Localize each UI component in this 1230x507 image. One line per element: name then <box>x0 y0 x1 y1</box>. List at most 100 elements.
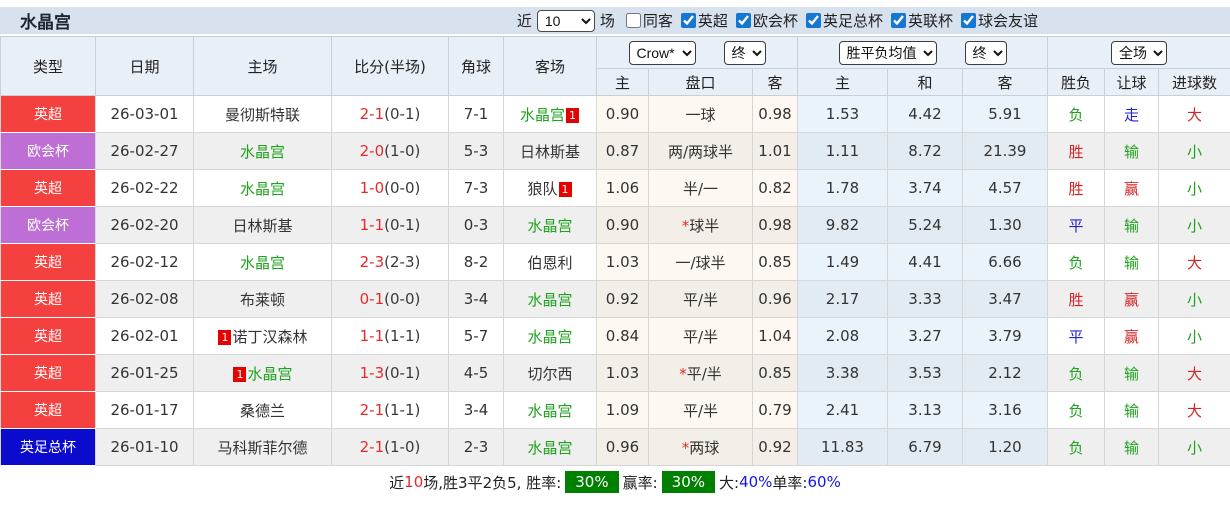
avg-period-select[interactable]: 终 <box>965 41 1007 65</box>
filter-checkbox[interactable] <box>961 13 976 28</box>
away-team-cell: 水晶宫 <box>504 318 597 355</box>
subject-team-name: 水晶宫 <box>240 254 285 272</box>
halftime-score: (1-1) <box>384 327 420 345</box>
away-team-cell: 狼队1 <box>504 170 597 207</box>
subject-team-name: 水晶宫 <box>520 106 565 124</box>
avg-home-cell: 2.41 <box>798 392 888 429</box>
match-row: 英超26-02-22水晶宫1-0(0-0)7-3狼队11.06半/一0.821.… <box>1 170 1230 207</box>
team-name: 狼队 <box>527 180 557 198</box>
handicap-result-cell: 输 <box>1105 133 1159 170</box>
score-cell: 1-0(0-0) <box>332 170 449 207</box>
goals-result-cell: 大 <box>1159 355 1230 392</box>
summary-segment: 赢率: <box>623 472 658 493</box>
filter-checkbox[interactable] <box>891 13 906 28</box>
home-team-cell: 布莱顿 <box>194 281 332 318</box>
match-history-table: 类型 日期 主场 比分(半场) 角球 客场 Crow* 终 胜 <box>0 36 1230 466</box>
subject-team-name: 水晶宫 <box>527 291 572 309</box>
avg-odds-group-header: 胜平负均值 终 <box>798 37 1048 69</box>
team-name: 马科斯菲尔德 <box>217 439 307 457</box>
avg-home-cell: 11.83 <box>798 429 888 466</box>
filter-bar: 近 10 场 同客英超 欧会杯英足总杯英联杯球会友谊 <box>514 10 1038 32</box>
filter-checkbox[interactable] <box>626 13 641 28</box>
win-loss-result-cell: 平 <box>1048 318 1105 355</box>
red-card-badge: 1 <box>218 330 231 345</box>
filter-英足总杯[interactable]: 英足总杯 <box>798 10 883 31</box>
scope-select[interactable]: 全场 <box>1111 41 1167 65</box>
handicap-cell: 一/球半 <box>649 244 753 281</box>
col-header-odds-home: 主 <box>597 69 649 96</box>
halftime-score: (1-1) <box>384 401 420 419</box>
col-header-avg-draw: 和 <box>888 69 963 96</box>
avg-home-cell: 1.11 <box>798 133 888 170</box>
bookmaker-select[interactable]: Crow* <box>629 41 696 65</box>
odds-away-cell: 0.82 <box>753 170 798 207</box>
team-toolbar: 水晶宫 近 10 场 同客英超 欧会杯英足总杯英联杯球会友谊 <box>0 7 1230 34</box>
col-header-score: 比分(半场) <box>332 37 449 96</box>
filter-checkbox[interactable] <box>806 13 821 28</box>
odds-away-cell: 0.85 <box>753 355 798 392</box>
away-team-cell: 水晶宫 <box>504 207 597 244</box>
league-type-badge: 英超 <box>1 318 96 355</box>
avg-away-cell: 6.66 <box>963 244 1048 281</box>
avg-odds-select[interactable]: 胜平负均值 <box>839 41 937 65</box>
avg-home-cell: 1.78 <box>798 170 888 207</box>
win-loss-result-cell: 胜 <box>1048 281 1105 318</box>
handicap-cell: 平/半 <box>649 281 753 318</box>
avg-away-cell: 1.30 <box>963 207 1048 244</box>
score-cell: 1-1(1-1) <box>332 318 449 355</box>
win-loss-result-cell: 平 <box>1048 207 1105 244</box>
match-row: 英超26-02-12水晶宫2-3(2-3)8-2伯恩利1.03一/球半0.851… <box>1 244 1230 281</box>
corner-cell: 0-3 <box>449 207 504 244</box>
fulltime-score: 1-3 <box>360 364 385 382</box>
bookmaker-period-select[interactable]: 终 <box>724 41 766 65</box>
filter-checkbox[interactable] <box>736 13 751 28</box>
score-cell: 2-1(0-1) <box>332 96 449 133</box>
subject-team-name: 水晶宫 <box>240 143 285 161</box>
match-row: 英超26-02-08布莱顿0-1(0-0)3-4水晶宫0.92平/半0.962.… <box>1 281 1230 318</box>
away-team-cell: 水晶宫1 <box>504 96 597 133</box>
halftime-score: (2-3) <box>384 253 420 271</box>
summary-segment: 场,胜3平2负5, 胜率: <box>423 472 561 493</box>
win-loss-result-cell: 负 <box>1048 392 1105 429</box>
odds-away-cell: 0.92 <box>753 429 798 466</box>
league-type-badge: 欧会杯 <box>1 133 96 170</box>
avg-away-cell: 4.57 <box>963 170 1048 207</box>
halftime-score: (0-1) <box>384 105 420 123</box>
col-header-odds-away: 客 <box>753 69 798 96</box>
odds-home-cell: 0.87 <box>597 133 649 170</box>
halftime-score: (1-0) <box>384 438 420 456</box>
filter-欧会杯[interactable]: 欧会杯 <box>728 10 798 31</box>
handicap-result-cell: 输 <box>1105 429 1159 466</box>
page-title: 水晶宫 <box>20 8 71 33</box>
near-label: 近 <box>517 10 532 31</box>
summary-segment: 30% <box>662 471 715 493</box>
fulltime-score: 0-1 <box>360 290 385 308</box>
league-type-badge: 英超 <box>1 281 96 318</box>
corner-cell: 2-3 <box>449 429 504 466</box>
filter-英超[interactable]: 英超 <box>673 10 728 31</box>
red-card-badge: 1 <box>566 108 579 123</box>
match-count-select[interactable]: 10 <box>537 10 595 32</box>
fulltime-score: 1-1 <box>360 327 385 345</box>
col-header-avg-away: 客 <box>963 69 1048 96</box>
odds-home-cell: 0.90 <box>597 207 649 244</box>
handicap-cell: 平/半 <box>649 392 753 429</box>
summary-segment: 近 <box>389 472 404 493</box>
league-type-badge: 欧会杯 <box>1 207 96 244</box>
filter-英联杯[interactable]: 英联杯 <box>883 10 953 31</box>
halftime-score: (1-0) <box>384 142 420 160</box>
score-cell: 0-1(0-0) <box>332 281 449 318</box>
filter-checkbox[interactable] <box>681 13 696 28</box>
match-row: 欧会杯26-02-27水晶宫2-0(1-0)5-3日林斯基0.87两/两球半1.… <box>1 133 1230 170</box>
handicap-cell: 一球 <box>649 96 753 133</box>
filter-同客[interactable]: 同客 <box>618 10 673 31</box>
handicap-cell: *球半 <box>649 207 753 244</box>
filter-球会友谊[interactable]: 球会友谊 <box>953 10 1038 31</box>
odds-home-cell: 1.06 <box>597 170 649 207</box>
goals-result-cell: 小 <box>1159 318 1230 355</box>
subject-team-name: 水晶宫 <box>527 439 572 457</box>
filter-label: 欧会杯 <box>753 10 798 31</box>
fulltime-score: 2-3 <box>360 253 385 271</box>
win-loss-result-cell: 胜 <box>1048 133 1105 170</box>
matches-label: 场 <box>600 10 615 31</box>
